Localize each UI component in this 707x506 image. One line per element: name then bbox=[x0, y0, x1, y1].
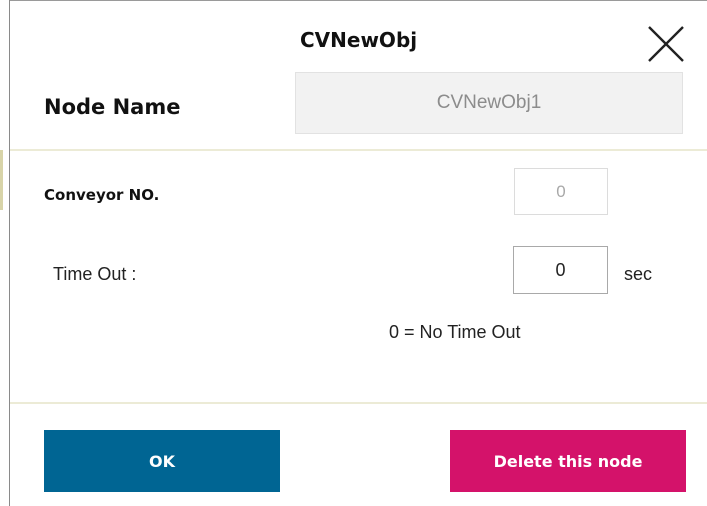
timeout-label: Time Out : bbox=[53, 264, 137, 284]
timeout-field[interactable]: 0 bbox=[513, 246, 608, 294]
ok-button[interactable]: OK bbox=[44, 430, 280, 492]
close-button[interactable] bbox=[646, 24, 686, 64]
dialog-title: CVNewObj bbox=[300, 28, 418, 52]
conveyor-number-field[interactable]: 0 bbox=[514, 168, 608, 215]
window-left-margin bbox=[0, 0, 9, 506]
ok-button-label: OK bbox=[149, 451, 175, 471]
conveyor-number-label: Conveyor NO. bbox=[44, 186, 160, 204]
window-top-border bbox=[0, 0, 707, 1]
timeout-hint: 0 = No Time Out bbox=[389, 322, 521, 342]
delete-node-button-label: Delete this node bbox=[493, 451, 643, 471]
divider-bottom bbox=[10, 402, 707, 404]
timeout-unit: sec bbox=[624, 264, 653, 284]
close-icon bbox=[648, 26, 684, 62]
left-edge-marker bbox=[0, 150, 3, 210]
window-left-border bbox=[9, 0, 10, 506]
node-name-field[interactable]: CVNewObj1 bbox=[295, 72, 683, 134]
node-name-label: Node Name bbox=[44, 95, 181, 119]
delete-node-button[interactable]: Delete this node bbox=[450, 430, 686, 492]
divider-top bbox=[10, 149, 707, 151]
